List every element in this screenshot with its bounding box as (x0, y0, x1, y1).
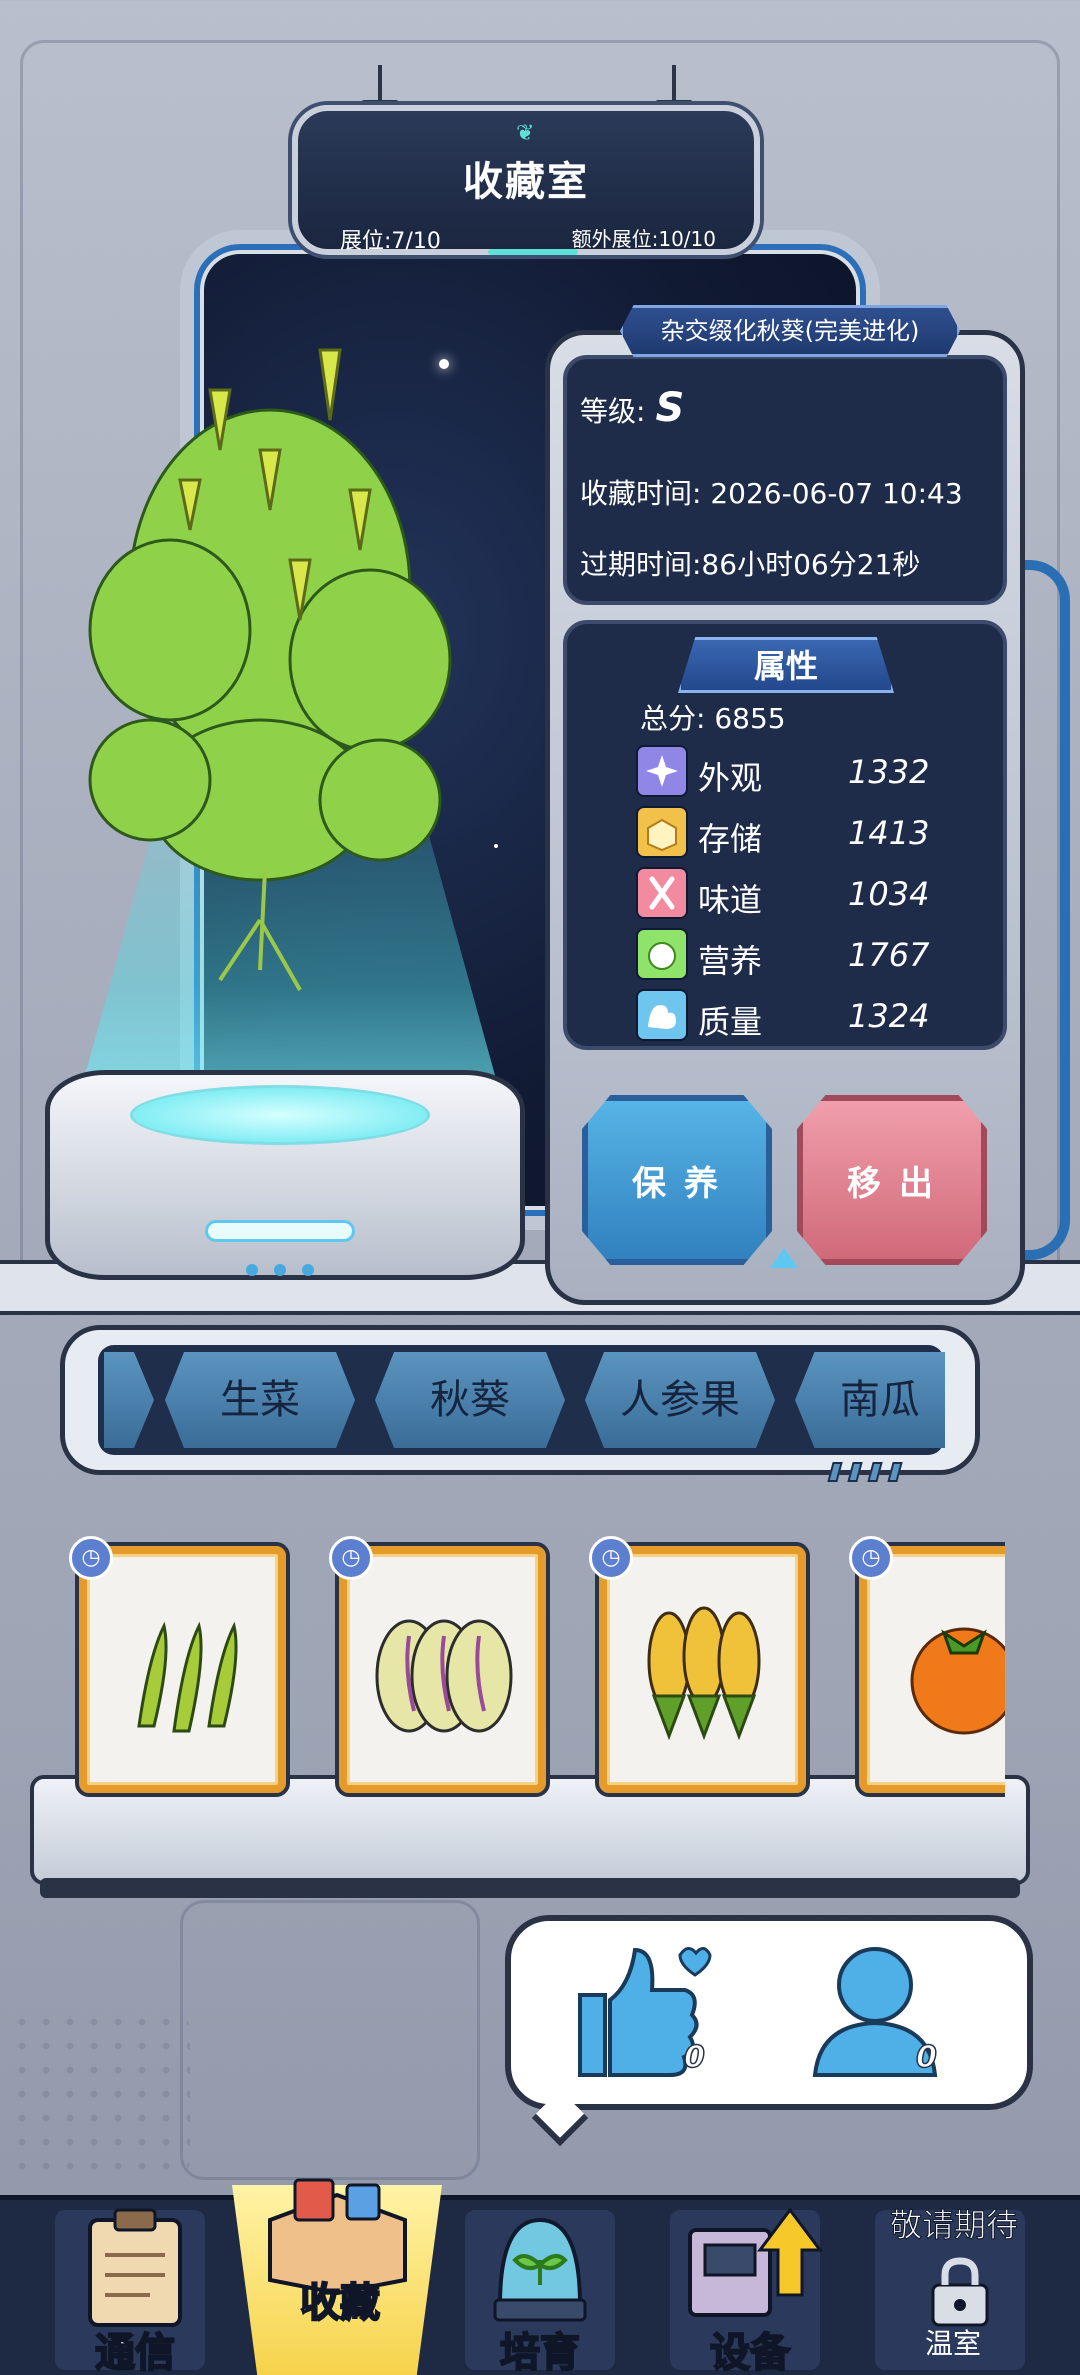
okra-icon (137, 1621, 238, 1733)
pedestal-light (205, 1220, 355, 1242)
vent-grille (10, 2010, 190, 2180)
collected-time: 收藏时间: 2026-06-07 10:43 (580, 477, 963, 510)
grade-value: S (655, 385, 685, 431)
card-pepino[interactable]: ◷ (329, 1536, 550, 1797)
sprout-dome-icon (493, 2217, 587, 2322)
total-score: 总分: 6855 (640, 702, 786, 735)
attribute-name: 营养 (698, 942, 763, 980)
nav-device[interactable]: 设备 (680, 2320, 820, 2375)
expire-time: 过期时间:86小时06分21秒 (580, 548, 921, 581)
corn-icon (647, 1606, 761, 1741)
sparkle-icon (636, 745, 688, 797)
slot-count: 展位:7/10 (340, 229, 441, 254)
title-sign: ❦ 收藏室 展位:7/10 额外展位:10/10 (292, 105, 760, 255)
attribute-row-nutrition: 营养 1767 (636, 928, 956, 982)
persimmon-icon (910, 1627, 1005, 1735)
remove-button[interactable]: 移出 (797, 1095, 987, 1265)
nav-greenhouse[interactable]: 温室 (925, 2322, 981, 2362)
grade-row: 等级: S (580, 385, 684, 431)
nav-comm[interactable]: 通信 (65, 2320, 205, 2375)
care-button[interactable]: 保养 (582, 1095, 772, 1265)
clock-icon: ◷ (589, 1536, 633, 1580)
device-upgrade-icon (688, 2207, 823, 2317)
muscle-icon (636, 989, 688, 1041)
indicator-dot (302, 1264, 314, 1276)
card-okra[interactable]: ◷ (69, 1536, 290, 1797)
attribute-row-quality: 质量 1324 (636, 989, 956, 1043)
attribute-name: 质量 (698, 1003, 763, 1041)
tab-lettuce[interactable]: 生菜 (165, 1352, 355, 1448)
attributes-title: 属性 (678, 637, 894, 693)
attribute-name: 存储 (698, 820, 763, 858)
card-corn[interactable]: ◷ (589, 1536, 810, 1797)
sprout-icon: ❦ (516, 121, 535, 146)
attribute-value: 1413 (848, 814, 930, 852)
card-shelf-base (40, 1878, 1020, 1898)
grade-label: 等级: (580, 395, 646, 428)
indicator-dot (274, 1264, 286, 1276)
attribute-row-storage: 存储 1413 (636, 806, 956, 860)
lock-icon (931, 2257, 989, 2327)
clock-icon: ◷ (329, 1536, 373, 1580)
page-title: 收藏室 (463, 159, 589, 205)
pedestal-emitter (130, 1085, 430, 1145)
extra-slot-count: 额外展位:10/10 (571, 227, 716, 251)
lemon-icon (636, 928, 688, 980)
utensils-icon (636, 867, 688, 919)
pepino-melon-icon (375, 1619, 513, 1733)
plant-name: 杂交缀化秋葵(完美进化) (620, 305, 960, 357)
triangle-indicator-icon (770, 1248, 798, 1268)
clock-icon: ◷ (849, 1536, 893, 1580)
box-icon (636, 806, 688, 858)
wall-panel (180, 1900, 480, 2180)
card-persimmon[interactable]: ◷ (849, 1536, 1005, 1797)
tab-ginseng-fruit[interactable]: 人参果 (585, 1352, 775, 1448)
coolant-pipe (1020, 560, 1070, 1260)
tab-okra[interactable]: 秋葵 (375, 1352, 565, 1448)
tab-pumpkin[interactable]: 南瓜 (795, 1352, 945, 1448)
attribute-row-taste: 味道 1034 (636, 867, 956, 921)
attribute-value: 1034 (848, 875, 930, 913)
coming-soon-label: 敬请期待 (889, 2206, 1019, 2245)
nav-collect[interactable]: 收藏 (270, 2270, 410, 2328)
indicator-dot (246, 1264, 258, 1276)
attribute-value: 1324 (848, 997, 930, 1035)
clipboard-icon (88, 2208, 182, 2327)
visitor-count: 0 (915, 2039, 937, 2076)
attribute-name: 味道 (698, 881, 763, 919)
attribute-row-appearance: 外观 1332 (636, 745, 956, 799)
attribute-name: 外观 (698, 759, 763, 797)
okra-plant-image (88, 348, 452, 991)
collection-card-list[interactable]: ◷ ◷ ◷ ◷ (60, 1530, 1005, 1810)
attribute-value: 1332 (848, 753, 930, 791)
nav-breed[interactable]: 培育 (470, 2320, 610, 2375)
like-count: 0 (683, 2039, 705, 2076)
clock-icon: ◷ (69, 1536, 113, 1580)
attribute-value: 1767 (848, 936, 930, 974)
sign-light (488, 249, 578, 255)
